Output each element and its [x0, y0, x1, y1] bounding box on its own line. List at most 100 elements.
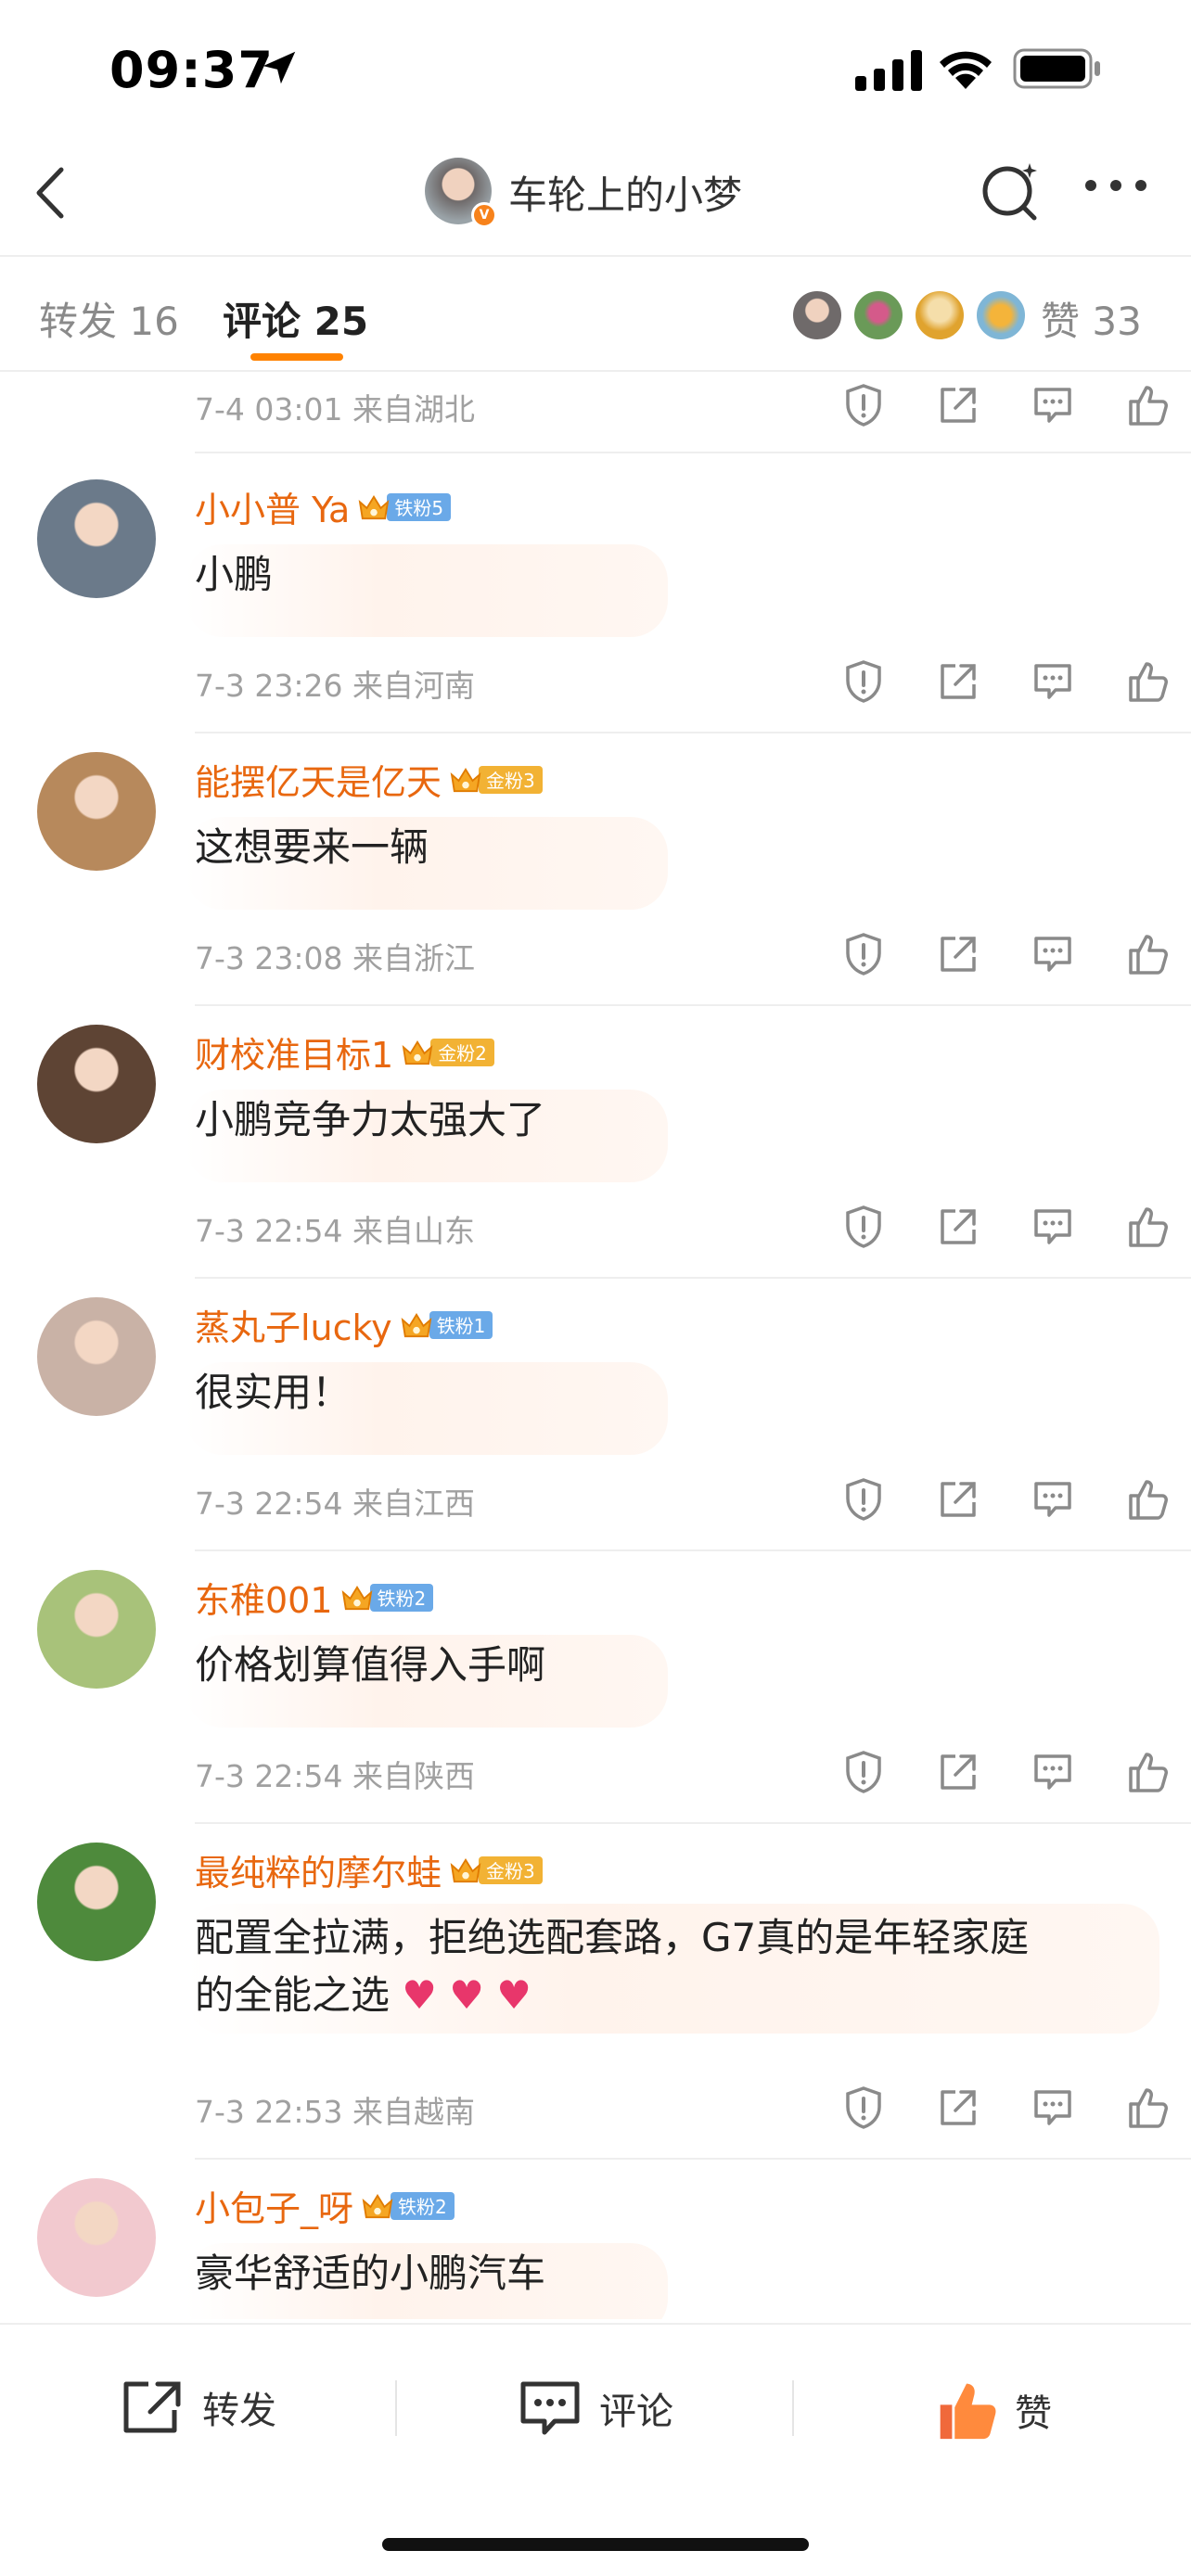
- tab-repost[interactable]: 转发 16: [39, 290, 179, 347]
- liker-avatar: [790, 288, 844, 342]
- comment-time: 7-3 22:54: [195, 1758, 343, 1794]
- comment-text: 这想要来一辆: [195, 824, 429, 870]
- share-icon[interactable]: [911, 2082, 1005, 2134]
- commenter-avatar[interactable]: [37, 479, 156, 598]
- comment-time: 7-4 03:01: [195, 391, 343, 427]
- tab-repost-label: 转发: [39, 299, 118, 344]
- comment-meta: 7-3 22:54 来自山东: [195, 1206, 475, 1251]
- crown-icon: [402, 1039, 433, 1065]
- reply-icon[interactable]: [1005, 928, 1100, 980]
- commenter-name-row[interactable]: 能摆亿天是亿天 金粉3: [195, 754, 543, 805]
- commenter-name-row[interactable]: 财校准目标1 金粉2: [195, 1027, 494, 1078]
- comment-actions: [816, 656, 1191, 708]
- crown-icon: [362, 2193, 393, 2218]
- commenter-name: 小包子_呀: [195, 2188, 354, 2229]
- commenter-name: 东稚001: [195, 1580, 333, 1621]
- like-icon[interactable]: [1100, 379, 1191, 431]
- bottom-separator: [792, 2380, 794, 2436]
- fan-badge: 金粉3: [449, 765, 543, 794]
- comment-location: 来自浙江: [352, 940, 475, 976]
- like-icon[interactable]: [1100, 1746, 1191, 1798]
- liker-avatar: [974, 288, 1028, 342]
- liker-avatars[interactable]: [790, 288, 1035, 342]
- tab-repost-count: 16: [129, 299, 179, 344]
- report-icon[interactable]: [816, 1201, 911, 1253]
- like-button[interactable]: 赞: [935, 2378, 1052, 2442]
- reply-icon[interactable]: [1005, 1201, 1100, 1253]
- repost-button[interactable]: 转发: [121, 2378, 276, 2436]
- share-icon[interactable]: [911, 1746, 1005, 1798]
- commenter-name: 最纯粹的摩尔蛙: [195, 1853, 442, 1894]
- comment-divider: [195, 2158, 1191, 2160]
- comment-actions: [816, 1473, 1191, 1525]
- commenter-avatar[interactable]: [37, 752, 156, 871]
- comment-divider: [195, 1004, 1191, 1006]
- like-icon[interactable]: [1100, 2082, 1191, 2134]
- comment-divider: [195, 1277, 1191, 1279]
- share-icon[interactable]: [911, 1201, 1005, 1253]
- comment-meta: 7-3 22:53 来自越南: [195, 2087, 475, 2132]
- cellular-signal-icon: [855, 50, 922, 91]
- share-icon[interactable]: [911, 1473, 1005, 1525]
- comment-list[interactable]: 7-4 03:01 来自湖北 小小普 Ya 铁粉5 小鹏 7-3 23:26 来自…: [0, 372, 1191, 2319]
- repost-label: 转发: [202, 2390, 276, 2432]
- fan-level: 铁粉1: [429, 1310, 493, 1339]
- comment-actions: [816, 379, 1191, 431]
- liker-avatar: [852, 288, 905, 342]
- comment-time: 7-3 22:54: [195, 1213, 343, 1249]
- reply-icon[interactable]: [1005, 2082, 1100, 2134]
- commenter-name-row[interactable]: 东稚001 铁粉2: [195, 1572, 434, 1623]
- bottom-separator: [395, 2380, 397, 2436]
- crown-icon: [341, 1585, 372, 1610]
- share-icon[interactable]: [911, 656, 1005, 708]
- search-icon[interactable]: [978, 158, 1044, 224]
- report-icon[interactable]: [816, 1473, 911, 1525]
- report-icon[interactable]: [816, 2082, 911, 2134]
- tab-likes-label: 赞: [1041, 299, 1081, 344]
- reply-icon[interactable]: [1005, 1473, 1100, 1525]
- report-icon[interactable]: [816, 1746, 911, 1798]
- tab-comment[interactable]: 评论 25: [223, 290, 368, 347]
- share-icon[interactable]: [911, 928, 1005, 980]
- battery-icon: [1013, 48, 1100, 89]
- reply-icon[interactable]: [1005, 379, 1100, 431]
- comment-icon: [520, 2381, 580, 2435]
- commenter-name-row[interactable]: 小包子_呀 铁粉2: [195, 2180, 455, 2231]
- verified-badge: V: [471, 202, 497, 228]
- more-icon[interactable]: [1083, 176, 1148, 195]
- reply-icon[interactable]: [1005, 1746, 1100, 1798]
- author-avatar[interactable]: V: [425, 158, 497, 228]
- reply-icon[interactable]: [1005, 656, 1100, 708]
- comment-button[interactable]: 评论: [518, 2378, 673, 2438]
- comment-time: 7-3 22:54: [195, 1486, 343, 1522]
- tab-likes[interactable]: 赞 33: [1041, 290, 1142, 347]
- report-icon[interactable]: [816, 928, 911, 980]
- like-icon[interactable]: [1100, 1473, 1191, 1525]
- commenter-name-row[interactable]: 小小普 Ya 铁粉5: [195, 481, 452, 532]
- commenter-name-row[interactable]: 最纯粹的摩尔蛙 金粉3: [195, 1844, 543, 1895]
- commenter-name-row[interactable]: 蒸丸子lucky 铁粉1: [195, 1299, 493, 1350]
- fan-badge: 铁粉5: [357, 492, 452, 521]
- like-icon[interactable]: [1100, 928, 1191, 980]
- back-icon[interactable]: [28, 162, 74, 223]
- report-icon[interactable]: [816, 379, 911, 431]
- commenter-avatar[interactable]: [37, 1297, 156, 1416]
- share-icon[interactable]: [911, 379, 1005, 431]
- commenter-name: 小小普 Ya: [195, 490, 351, 530]
- commenter-avatar[interactable]: [37, 1025, 156, 1143]
- comment-divider: [195, 452, 1191, 453]
- comment-meta: 7-4 03:01 来自湖北: [195, 385, 475, 429]
- comment-divider: [195, 1822, 1191, 1824]
- comment-text: 很实用！: [195, 1370, 352, 1415]
- comment-text: 的全能之选 ♥ ♥ ♥: [195, 1967, 531, 2024]
- commenter-avatar[interactable]: [37, 1570, 156, 1689]
- crown-icon: [450, 767, 481, 792]
- commenter-avatar[interactable]: [37, 1843, 156, 1961]
- like-icon[interactable]: [1100, 656, 1191, 708]
- comment-meta: 7-3 23:08 来自浙江: [195, 934, 475, 978]
- commenter-avatar[interactable]: [37, 2178, 156, 2297]
- like-filled-icon: [940, 2383, 996, 2440]
- commenter-name: 能摆亿天是亿天: [195, 762, 442, 803]
- like-icon[interactable]: [1100, 1201, 1191, 1253]
- report-icon[interactable]: [816, 656, 911, 708]
